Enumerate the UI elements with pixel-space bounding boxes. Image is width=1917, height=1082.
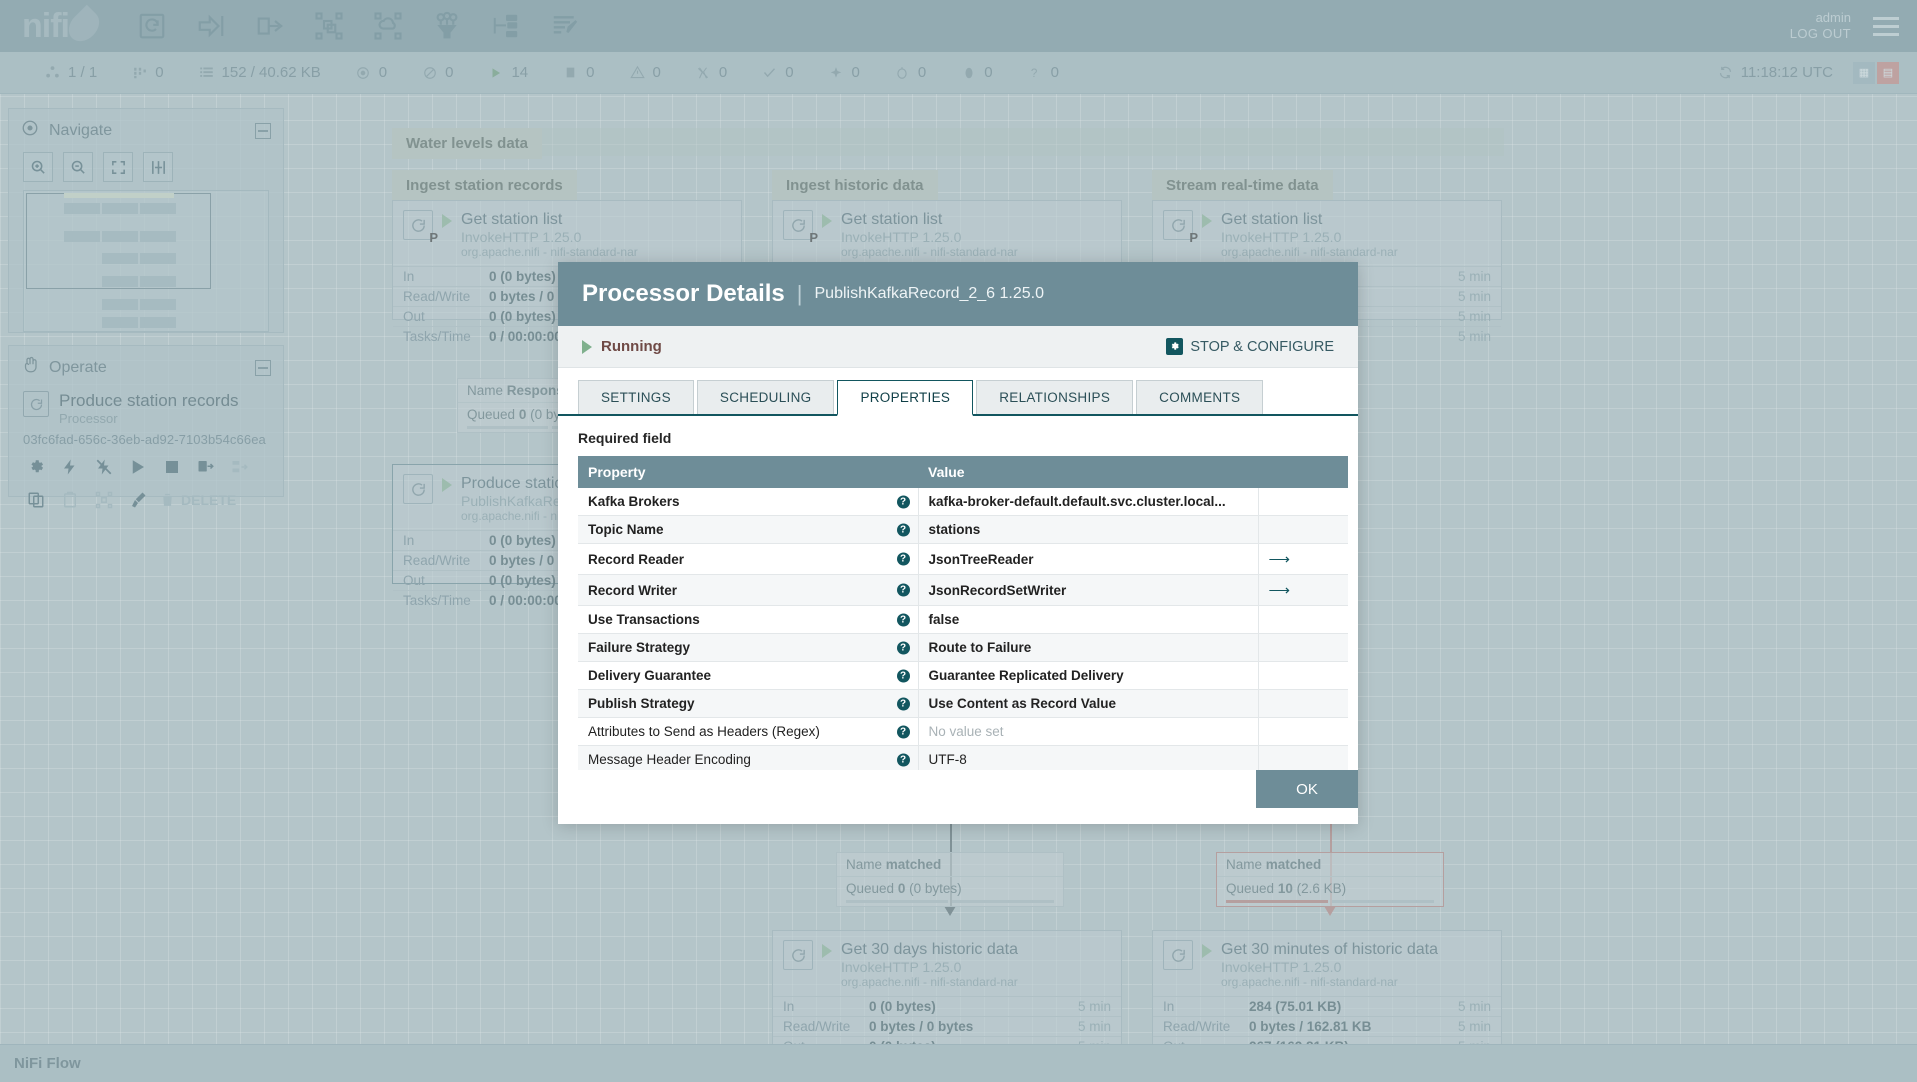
property-value[interactable]: Use Content as Record Value [917,689,1258,718]
running-icon [582,339,592,354]
help-icon[interactable]: ? [896,641,910,654]
property-action [1257,689,1348,718]
table-row[interactable]: Publish Strategy? Use Content as Record … [578,689,1348,718]
ok-button[interactable]: OK [1256,770,1358,808]
help-icon[interactable]: ? [896,753,910,766]
tab-comments[interactable]: COMMENTS [1136,380,1264,414]
dialog-status-bar: Running STOP & CONFIGURE [558,326,1358,368]
property-action [1257,661,1348,690]
properties-panel: Required field Property Value Kafka Brok… [558,416,1358,770]
help-icon[interactable]: ? [896,552,910,566]
table-row[interactable]: Record Reader? JsonTreeReader ⟶ [578,543,1348,575]
stop-and-configure-label: STOP & CONFIGURE [1190,338,1334,355]
dialog-subtitle: PublishKafkaRecord_2_6 1.25.0 [814,285,1045,302]
stop-and-configure-button[interactable]: STOP & CONFIGURE [1166,338,1334,355]
dialog-header: Processor Details | PublishKafkaRecord_2… [558,262,1358,326]
dialog-title-separator: | [796,281,803,306]
property-name: Attributes to Send as Headers (Regex)? [578,717,918,746]
table-row[interactable]: Topic Name? stations [578,515,1348,544]
property-value[interactable]: No value set [917,717,1258,746]
property-name: Failure Strategy? [578,633,918,662]
help-icon[interactable]: ? [896,725,910,738]
property-value[interactable]: stations [917,515,1258,544]
help-icon[interactable]: ? [896,523,910,536]
property-value[interactable]: false [917,605,1258,634]
help-icon[interactable]: ? [896,583,910,597]
tab-relationships[interactable]: RELATIONSHIPS [976,380,1134,414]
tab-properties[interactable]: PROPERTIES [837,380,974,416]
property-value[interactable]: JsonRecordSetWriter [917,574,1258,606]
tab-settings[interactable]: SETTINGS [578,380,694,414]
property-action [1257,717,1348,746]
property-value[interactable]: Route to Failure [917,633,1258,662]
table-row[interactable]: Attributes to Send as Headers (Regex)? N… [578,717,1348,746]
table-row[interactable]: Kafka Brokers? kafka-broker-default.defa… [578,488,1348,516]
go-to-service-icon[interactable]: ⟶ [1269,551,1291,568]
property-value[interactable]: UTF-8 [917,745,1258,770]
dialog-title: Processor Details [582,280,785,307]
property-name: Kafka Brokers? [578,488,918,516]
property-name: Record Reader? [578,543,918,575]
property-name: Message Header Encoding? [578,745,918,770]
go-to-service-icon[interactable]: ⟶ [1269,582,1291,599]
property-action [1257,605,1348,634]
properties-table: Property Value Kafka Brokers? kafka-brok… [578,456,1348,770]
property-name: Topic Name? [578,515,918,544]
property-value[interactable]: kafka-broker-default.default.svc.cluster… [917,488,1258,516]
table-row[interactable]: Record Writer? JsonRecordSetWriter ⟶ [578,574,1348,606]
property-name: Record Writer? [578,574,918,606]
dialog-footer: OK [558,770,1358,824]
table-row[interactable]: Use Transactions? false [578,605,1348,634]
help-icon[interactable]: ? [896,669,910,682]
column-header-property: Property [578,456,918,488]
property-name: Use Transactions? [578,605,918,634]
property-name: Publish Strategy? [578,689,918,718]
table-row[interactable]: Failure Strategy? Route to Failure [578,633,1348,662]
help-icon[interactable]: ? [896,697,910,710]
property-action [1257,633,1348,662]
help-icon[interactable]: ? [896,495,910,508]
property-name: Delivery Guarantee? [578,661,918,690]
gear-icon [1166,338,1184,355]
table-header-row: Property Value [578,456,1348,488]
properties-table-body: Kafka Brokers? kafka-broker-default.defa… [578,488,1348,770]
property-value[interactable]: JsonTreeReader [917,543,1258,575]
help-icon[interactable]: ? [896,613,910,626]
property-action [1257,488,1348,516]
table-row[interactable]: Message Header Encoding? UTF-8 [578,745,1348,770]
processor-details-dialog: Processor Details | PublishKafkaRecord_2… [558,262,1358,824]
processor-run-status: Running [601,338,662,355]
table-row[interactable]: Delivery Guarantee? Guarantee Replicated… [578,661,1348,690]
property-action [1257,515,1348,544]
property-action [1257,745,1348,770]
property-action: ⟶ [1257,574,1348,606]
tab-scheduling[interactable]: SCHEDULING [696,380,835,414]
dialog-tabs: SETTINGS SCHEDULING PROPERTIES RELATIONS… [558,368,1358,416]
property-value[interactable]: Guarantee Replicated Delivery [917,661,1258,690]
column-header-value: Value [918,456,1258,488]
required-field-legend: Required field [578,430,672,446]
property-action: ⟶ [1257,543,1348,575]
column-header-actions [1258,456,1348,488]
